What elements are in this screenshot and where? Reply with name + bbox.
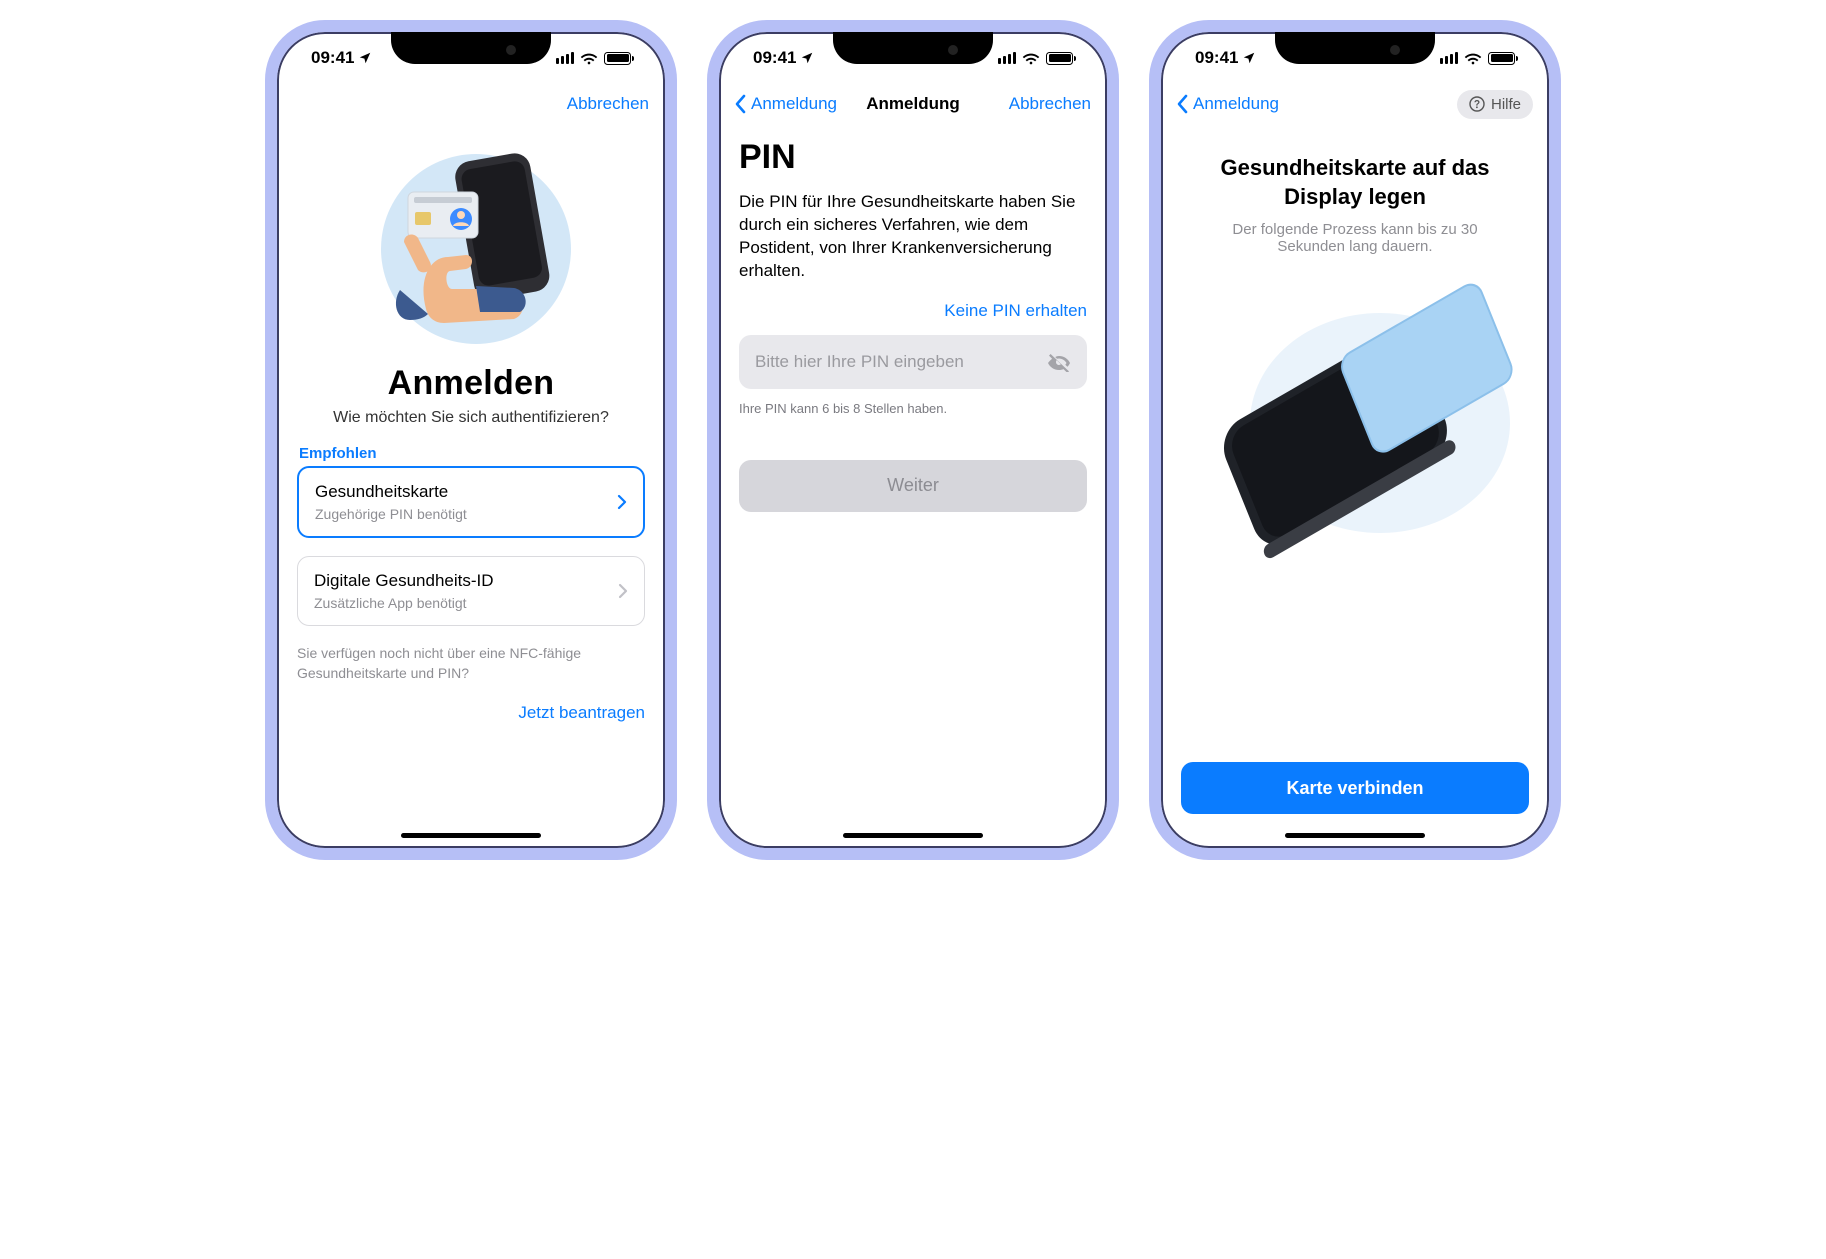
pin-input[interactable]: Bitte hier Ihre PIN eingeben	[739, 335, 1087, 389]
notch	[1275, 32, 1435, 64]
cellular-signal-icon	[556, 52, 574, 64]
phone-frame-3: 09:41 Anmeldung Hilfe Gesundhei	[1149, 20, 1561, 860]
home-indicator[interactable]	[1285, 833, 1425, 838]
recommended-label: Empfohlen	[297, 445, 645, 462]
question-icon	[1469, 96, 1485, 112]
phone-frame-1: 09:41 Abbrechen	[265, 20, 677, 860]
hide-password-icon[interactable]	[1047, 352, 1071, 372]
body-text: Die PIN für Ihre Gesundheitskarte haben …	[739, 191, 1087, 283]
option-digital-id[interactable]: Digitale Gesundheits-ID Zusätzliche App …	[297, 556, 645, 626]
option-subtitle: Zusätzliche App benötigt	[314, 595, 494, 611]
page-subtitle: Der folgende Prozess kann bis zu 30 Seku…	[1211, 221, 1499, 255]
connect-card-button[interactable]: Karte verbinden	[1181, 762, 1529, 814]
back-button[interactable]: Anmeldung	[735, 94, 837, 114]
battery-icon	[1046, 52, 1073, 65]
wifi-icon	[1022, 51, 1040, 65]
help-button[interactable]: Hilfe	[1457, 90, 1533, 119]
no-pin-link[interactable]: Keine PIN erhalten	[739, 301, 1087, 321]
notch	[391, 32, 551, 64]
home-indicator[interactable]	[401, 833, 541, 838]
battery-icon	[1488, 52, 1515, 65]
location-services-icon	[358, 51, 372, 65]
option-title: Gesundheitskarte	[315, 482, 467, 502]
back-label: Anmeldung	[751, 94, 837, 114]
cancel-button[interactable]: Abbrechen	[1009, 94, 1091, 114]
pin-placeholder: Bitte hier Ihre PIN eingeben	[755, 352, 964, 372]
cellular-signal-icon	[998, 52, 1016, 64]
nav-bar: Anmeldung Anmeldung Abbrechen	[721, 82, 1105, 126]
wifi-icon	[580, 51, 598, 65]
next-button[interactable]: Weiter	[739, 460, 1087, 512]
notch	[833, 32, 993, 64]
page-heading: Gesundheitskarte auf das Display legen	[1193, 154, 1517, 211]
location-services-icon	[800, 51, 814, 65]
home-indicator[interactable]	[843, 833, 983, 838]
status-time: 09:41	[311, 48, 354, 68]
status-time: 09:41	[753, 48, 796, 68]
chevron-left-icon	[735, 94, 747, 114]
chevron-left-icon	[1177, 94, 1189, 114]
back-button[interactable]: Anmeldung	[1177, 94, 1279, 114]
nav-bar: Anmeldung Hilfe	[1163, 82, 1547, 126]
option-subtitle: Zugehörige PIN benötigt	[315, 506, 467, 522]
option-title: Digitale Gesundheits-ID	[314, 571, 494, 591]
page-heading: PIN	[739, 138, 1087, 177]
page-subtitle: Wie möchten Sie sich authentifizieren?	[297, 409, 645, 427]
illustration-phone-card	[366, 134, 576, 344]
chevron-right-icon	[618, 583, 628, 599]
help-label: Hilfe	[1491, 96, 1521, 113]
page-title: Anmelden	[297, 364, 645, 403]
cellular-signal-icon	[1440, 52, 1458, 64]
location-services-icon	[1242, 51, 1256, 65]
cancel-button[interactable]: Abbrechen	[567, 94, 649, 114]
nav-bar: Abbrechen	[279, 82, 663, 126]
pin-helper-text: Ihre PIN kann 6 bis 8 Stellen haben.	[739, 401, 1087, 416]
option-health-card[interactable]: Gesundheitskarte Zugehörige PIN benötigt	[297, 466, 645, 538]
apply-now-link[interactable]: Jetzt beantragen	[297, 703, 645, 723]
battery-icon	[604, 52, 631, 65]
wifi-icon	[1464, 51, 1482, 65]
illustration-card-on-phone	[1190, 273, 1520, 583]
phone-frame-2: 09:41 Anmeldung Anmeldung Abbrechen PIN …	[707, 20, 1119, 860]
status-time: 09:41	[1195, 48, 1238, 68]
back-label: Anmeldung	[1193, 94, 1279, 114]
footnote: Sie verfügen noch nicht über eine NFC-fä…	[297, 644, 645, 683]
chevron-right-icon	[617, 494, 627, 510]
